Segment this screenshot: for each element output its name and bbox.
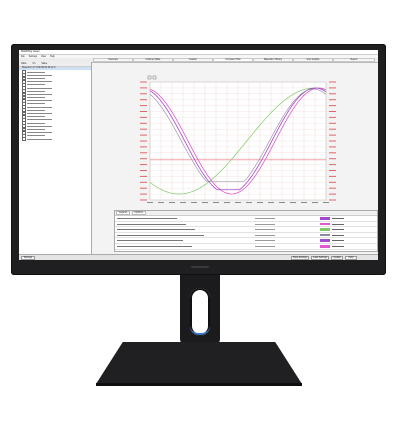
tree-item-text-placeholder bbox=[26, 109, 45, 111]
legend-type-placeholder bbox=[255, 229, 275, 231]
load-settings-button[interactable]: Load Settings bbox=[311, 256, 329, 260]
header-value: Value bbox=[41, 63, 48, 65]
tree-item-text-placeholder bbox=[26, 125, 52, 127]
monitor-stand-base-edge bbox=[96, 383, 302, 386]
legend-color-swatch[interactable] bbox=[320, 228, 330, 231]
monitor: SMARTlog Viewer File Settings View Help … bbox=[0, 0, 400, 435]
legend-name-placeholder bbox=[117, 229, 195, 231]
legend-type-placeholder bbox=[255, 223, 275, 225]
legend-line-style[interactable] bbox=[332, 223, 344, 225]
monitor-stand-base bbox=[96, 342, 302, 384]
tab-report[interactable]: Report bbox=[333, 58, 375, 62]
tree-item-text-placeholder bbox=[26, 74, 52, 76]
tree-item-text-placeholder bbox=[26, 90, 45, 92]
update-button[interactable]: Update bbox=[331, 256, 343, 260]
tree-item-text-placeholder bbox=[26, 97, 45, 99]
tab-overview[interactable]: Overview bbox=[93, 58, 133, 62]
legend-name-placeholder bbox=[117, 240, 183, 242]
legend-type-placeholder bbox=[255, 218, 275, 219]
legend-line-style[interactable] bbox=[332, 234, 344, 236]
legend-type-placeholder bbox=[255, 245, 275, 247]
legend-name-placeholder bbox=[117, 218, 177, 219]
settings-button[interactable]: Settings bbox=[21, 256, 35, 260]
monitor-logo bbox=[191, 266, 209, 268]
channel-tree bbox=[19, 70, 91, 141]
legend-name-placeholder bbox=[117, 223, 186, 225]
legend-row[interactable] bbox=[115, 244, 377, 250]
app-title: SMARTlog Viewer bbox=[21, 51, 40, 53]
legend-color-swatch[interactable] bbox=[320, 222, 330, 226]
tree-item-text-placeholder bbox=[26, 93, 52, 95]
legend-tab-legend[interactable]: Legend bbox=[116, 211, 130, 215]
bottom-toolbar: Settings Save Settings Load Settings Upd… bbox=[19, 254, 378, 260]
legend-color-swatch[interactable] bbox=[320, 244, 330, 248]
header-table: Table bbox=[21, 63, 27, 65]
legend-line-style[interactable] bbox=[332, 218, 344, 219]
header-ch: Ch bbox=[32, 63, 36, 65]
save-settings-button[interactable]: Save Settings bbox=[291, 256, 309, 260]
legend-name-placeholder bbox=[117, 234, 204, 236]
legend-panel: Legend Options bbox=[114, 210, 378, 252]
tab-sum-graphs[interactable]: Sum Graphs bbox=[293, 58, 333, 62]
tree-checkbox[interactable] bbox=[22, 137, 26, 141]
screen: SMARTlog Viewer File Settings View Help … bbox=[19, 50, 378, 260]
legend-line-style[interactable] bbox=[332, 229, 344, 230]
tree-item-text-placeholder bbox=[26, 77, 45, 79]
legend-rows bbox=[115, 216, 377, 250]
legend-line-style[interactable] bbox=[332, 245, 344, 247]
tab-channel-table[interactable]: Channel Table bbox=[133, 58, 173, 62]
legend-color-swatch[interactable] bbox=[320, 233, 330, 237]
tab-custom[interactable]: Custom bbox=[173, 58, 213, 62]
channel-tree-panel: Table Ch Value Waveform 17.0.60.66.64.46… bbox=[19, 62, 92, 254]
tree-item-text-placeholder bbox=[26, 128, 45, 130]
tab-waveform-history[interactable]: Waveform History bbox=[253, 58, 293, 62]
tab-compare-plots[interactable]: Compare Plots bbox=[213, 58, 253, 62]
tree-item-text-placeholder bbox=[26, 138, 52, 140]
tree-item-selected-label: Waveform 17.0.60.66.64.46.12.3 bbox=[22, 67, 56, 69]
legend-name-placeholder bbox=[117, 245, 192, 247]
legend-color-swatch[interactable] bbox=[320, 217, 330, 220]
help-button[interactable]: Help bbox=[345, 256, 357, 260]
legend-line-style[interactable] bbox=[332, 240, 344, 241]
legend-type-placeholder bbox=[255, 234, 275, 236]
legend-color-swatch[interactable] bbox=[320, 239, 330, 242]
legend-tab-options[interactable]: Options bbox=[131, 211, 146, 215]
tree-item[interactable] bbox=[19, 137, 91, 141]
legend-type-placeholder bbox=[255, 240, 275, 242]
tree-item-text-placeholder bbox=[26, 113, 52, 115]
